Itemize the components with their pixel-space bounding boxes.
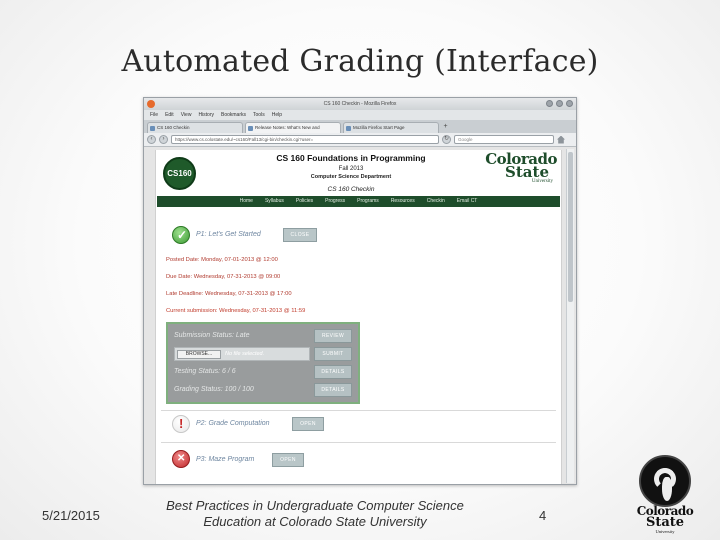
posted-date: Posted Date: Monday, 07-01-2013 @ 12:00 (166, 257, 278, 263)
menu-file[interactable]: File (150, 110, 158, 120)
forward-icon[interactable]: › (159, 135, 168, 144)
tab-bar: CS 160 Checkin Release Notes: What's New… (144, 120, 576, 133)
menu-help[interactable]: Help (272, 110, 282, 120)
csu-ram-logo: Colorado State University (628, 455, 702, 535)
tab-label: Mozilla Firefox Start Page (353, 125, 405, 130)
course-logo: CS160 (163, 157, 196, 190)
slide-title: Automated Grading (Interface) (121, 44, 599, 79)
submission-status: Submission Status: Late (174, 332, 250, 339)
menu-history[interactable]: History (198, 110, 214, 120)
page-heading: CS 160 Checkin (327, 186, 375, 193)
nav-home[interactable]: Home (234, 196, 259, 207)
nav-progress[interactable]: Progress (319, 196, 351, 207)
menu-tools[interactable]: Tools (253, 110, 265, 120)
warning-icon (172, 415, 190, 433)
minimize-icon[interactable] (546, 100, 553, 107)
due-date: Due Date: Wednesday, 07-31-2013 @ 09:00 (166, 274, 281, 280)
back-icon[interactable]: ‹ (147, 135, 156, 144)
ram-icon (639, 455, 691, 507)
page-icon (150, 126, 155, 131)
review-button[interactable]: REVIEW (314, 329, 352, 343)
nav-syllabus[interactable]: Syllabus (259, 196, 290, 207)
testing-status: Testing Status: 6 / 6 (174, 368, 236, 375)
browse-button[interactable]: BROWSE... (177, 350, 221, 359)
ram-logo-text: Colorado State University (628, 505, 702, 534)
search-input[interactable]: Google (454, 135, 554, 144)
course-title: CS 160 Foundations in Programming (276, 153, 426, 163)
file-upload-row: BROWSE... No file selected. SUBMIT (168, 345, 358, 363)
tab-checkin[interactable]: CS 160 Checkin (147, 122, 243, 133)
footer-date: 5/21/2015 (42, 508, 100, 523)
url-bar[interactable]: https://www.cs.colostate.edu/~cs160/Fall… (171, 135, 439, 144)
nav-email[interactable]: Email CT (451, 196, 484, 207)
home-icon[interactable] (557, 135, 565, 144)
logo-line2: State (645, 515, 685, 530)
department-name: Computer Science Department (310, 174, 392, 180)
site-nav: Home Syllabus Policies Progress Programs… (157, 196, 560, 207)
open-p3-button[interactable]: OPEN (272, 453, 304, 467)
file-selection-text: No file selected. (225, 351, 265, 357)
page-viewport: CS160 CS 160 Foundations in Programming … (144, 147, 576, 484)
vertical-scrollbar[interactable] (566, 149, 574, 483)
footer-caption: Best Practices in Undergraduate Computer… (166, 498, 464, 529)
divider (161, 410, 556, 411)
tab-label: Release Notes: What's New and (255, 125, 320, 130)
checkin-page: CS160 CS 160 Foundations in Programming … (155, 150, 562, 484)
grading-status-row: Grading Status: 100 / 100 DETAILS (168, 381, 358, 399)
csu-logo: Colorado State University (477, 152, 557, 185)
reload-icon[interactable]: ↻ (442, 135, 451, 144)
navigation-toolbar: ‹ › https://www.cs.colostate.edu/~cs160/… (144, 133, 576, 147)
submission-status-row: Submission Status: Late REVIEW (168, 327, 358, 345)
submission-panel: Submission Status: Late REVIEW BROWSE...… (166, 322, 360, 404)
complete-check-icon (172, 226, 190, 244)
late-deadline: Late Deadline: Wednesday, 07-31-2013 @ 1… (166, 291, 292, 297)
assignment-p3-label[interactable]: P3: Maze Program (196, 456, 254, 463)
assignment-p2-label[interactable]: P2: Grade Computation (196, 420, 270, 427)
tab-label: CS 160 Checkin (157, 125, 190, 130)
slide-number: 4 (539, 508, 547, 523)
divider (161, 442, 556, 443)
assignment-p1-label[interactable]: P1: Let's Get Started (196, 231, 261, 238)
course-term: Fall 2013 (338, 166, 364, 172)
logo-line3: University (655, 529, 675, 534)
site-title-block: CS 160 Foundations in Programming Fall 2… (236, 153, 466, 193)
nav-policies[interactable]: Policies (290, 196, 319, 207)
tab-release-notes[interactable]: Release Notes: What's New and (245, 122, 341, 133)
error-x-icon (172, 450, 190, 468)
grading-status: Grading Status: 100 / 100 (174, 386, 254, 393)
close-assignment-button[interactable]: CLOSE (283, 228, 317, 242)
testing-status-row: Testing Status: 6 / 6 DETAILS (168, 363, 358, 381)
grading-details-button[interactable]: DETAILS (314, 383, 352, 397)
testing-details-button[interactable]: DETAILS (314, 365, 352, 379)
firefox-icon (147, 100, 155, 108)
window-titlebar: CS 160 Checkin - Mozilla Firefox (144, 98, 576, 110)
nav-programs[interactable]: Programs (351, 196, 385, 207)
ram-face (662, 477, 672, 501)
open-p2-button[interactable]: OPEN (292, 417, 324, 431)
current-submission: Current submission: Wednesday, 07-31-201… (166, 308, 306, 314)
submit-button[interactable]: SUBMIT (314, 347, 352, 361)
page-icon (248, 126, 253, 131)
file-input[interactable]: BROWSE... No file selected. (174, 347, 310, 361)
close-icon[interactable] (566, 100, 573, 107)
maximize-icon[interactable] (556, 100, 563, 107)
nav-resources[interactable]: Resources (385, 196, 421, 207)
page-icon (346, 126, 351, 131)
new-tab-button[interactable]: + (441, 123, 450, 132)
menu-edit[interactable]: Edit (165, 110, 174, 120)
scrollbar-thumb[interactable] (568, 152, 573, 302)
menu-view[interactable]: View (181, 110, 192, 120)
browser-window: CS 160 Checkin - Mozilla Firefox File Ed… (143, 97, 577, 485)
window-title: CS 160 Checkin - Mozilla Firefox (323, 101, 397, 107)
menu-bar: File Edit View History Bookmarks Tools H… (144, 110, 576, 120)
site-header: CS160 CS 160 Foundations in Programming … (156, 150, 561, 200)
tab-start-page[interactable]: Mozilla Firefox Start Page (343, 122, 439, 133)
menu-bookmarks[interactable]: Bookmarks (221, 110, 246, 120)
nav-checkin[interactable]: Checkin (421, 196, 451, 207)
